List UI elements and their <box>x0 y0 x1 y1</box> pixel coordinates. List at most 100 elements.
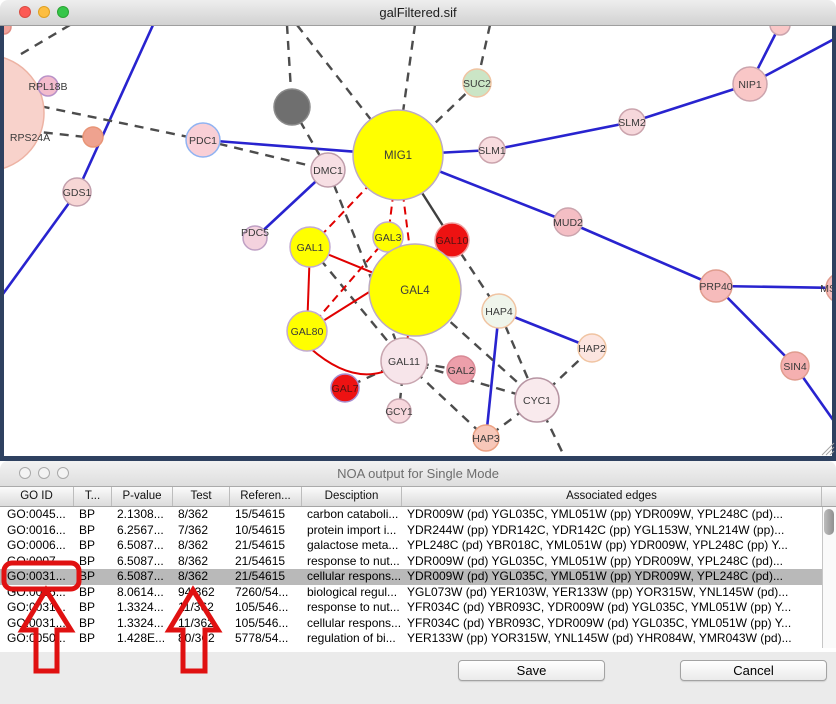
graph-node-mud2[interactable] <box>554 208 582 236</box>
table-row[interactable]: GO:0065...BP8.0614...94/3627260/54...bio… <box>0 585 822 601</box>
table-row[interactable]: GO:0045...BP2.1308...8/36215/54615carbon… <box>0 507 822 523</box>
resize-grip-icon[interactable] <box>822 443 834 455</box>
cell-test: 8/362 <box>173 538 230 554</box>
cell-test: 80/362 <box>173 631 230 647</box>
graph-edge-blue <box>77 25 153 192</box>
graph-window-titlebar[interactable]: galFiltered.sif <box>0 0 836 26</box>
graph-node-sin4[interactable] <box>781 352 809 380</box>
cell-description: response to nut... <box>302 554 402 570</box>
cell-test: 8/362 <box>173 569 230 585</box>
network-canvas[interactable]: RPL18BRPS24AGDS1PDC1DMC1MIG1SUC2SLM1SLM2… <box>0 0 836 461</box>
table-header: GO IDT...P-valueTestReferen...Desciption… <box>0 486 836 507</box>
graph-node-mig1[interactable] <box>353 110 443 200</box>
graph-node-gal1[interactable] <box>290 227 330 267</box>
column-header-type[interactable]: T... <box>74 486 112 506</box>
column-header-reference[interactable]: Referen... <box>230 486 302 506</box>
graph-node-gal7[interactable] <box>331 374 359 402</box>
cell-p_value: 1.428E... <box>112 631 173 647</box>
graph-node-suc2[interactable] <box>463 69 491 97</box>
graph-node-hap4[interactable] <box>482 294 516 328</box>
save-button[interactable]: Save <box>458 660 605 681</box>
cancel-button[interactable]: Cancel <box>680 660 827 681</box>
table-row[interactable]: GO:0050...BP1.428E...80/3625778/54...reg… <box>0 631 822 647</box>
column-header-go_id[interactable]: GO ID <box>0 486 74 506</box>
table-row[interactable]: GO:0031...BP1.3324...11/362105/546...res… <box>0 600 822 616</box>
scrollbar-thumb[interactable] <box>824 509 834 535</box>
table-scrollbar[interactable] <box>822 507 836 648</box>
graph-node-gal2[interactable] <box>447 356 475 384</box>
graph-window-title: galFiltered.sif <box>0 0 836 25</box>
table-row[interactable]: GO:0031...BP6.5087...8/36221/54615cellul… <box>0 569 822 585</box>
cell-p_value: 1.3324... <box>112 616 173 632</box>
cell-test: 7/362 <box>173 523 230 539</box>
cell-go_id: GO:0007... <box>0 554 74 570</box>
graph-node-gal11[interactable] <box>381 338 427 384</box>
graph-edge-blue <box>492 122 632 150</box>
cell-reference: 10/54615 <box>230 523 302 539</box>
graph-node-cyc1[interactable] <box>515 378 559 422</box>
cell-go_id: GO:0016... <box>0 523 74 539</box>
cell-assoc: YDR009W (pd) YGL035C, YML051W (pp) YDR00… <box>402 554 822 570</box>
graph-node-big-left[interactable] <box>0 55 44 171</box>
cell-assoc: YDR009W (pd) YGL035C, YML051W (pp) YDR00… <box>402 507 822 523</box>
graph-node-rps24a[interactable] <box>83 127 103 147</box>
graph-node-gray-node[interactable] <box>274 89 310 125</box>
cell-go_id: GO:0031... <box>0 600 74 616</box>
column-header-p_value[interactable]: P-value <box>112 486 173 506</box>
cell-p_value: 8.0614... <box>112 585 173 601</box>
graph-node-gal4[interactable] <box>369 244 461 336</box>
graph-node-nip1[interactable] <box>733 67 767 101</box>
cell-type: BP <box>74 538 112 554</box>
button-panel: Save Cancel <box>0 652 836 704</box>
cell-assoc: YER133W (pp) YOR315W, YNL145W (pd) YHR08… <box>402 631 822 647</box>
cell-description: biological regul... <box>302 585 402 601</box>
graph-node-pdc1[interactable] <box>186 123 220 157</box>
graph-node-hap2[interactable] <box>578 334 606 362</box>
table-body: GO:0045...BP2.1308...8/36215/54615carbon… <box>0 507 822 652</box>
cell-test: 11/362 <box>173 600 230 616</box>
graph-edge-blue <box>716 286 836 288</box>
column-header-assoc[interactable]: Associated edges <box>402 486 822 506</box>
graph-edge-dash <box>16 25 70 57</box>
graph-node-gcy1[interactable] <box>387 399 411 423</box>
graph-node-hap3[interactable] <box>473 425 499 451</box>
column-header-description[interactable]: Desciption <box>302 486 402 506</box>
screen: RPL18BRPS24AGDS1PDC1DMC1MIG1SUC2SLM1SLM2… <box>0 0 836 704</box>
cell-p_value: 1.3324... <box>112 600 173 616</box>
cell-type: BP <box>74 616 112 632</box>
graph-node-slm2[interactable] <box>619 109 645 135</box>
cell-go_id: GO:0006... <box>0 538 74 554</box>
cell-p_value: 2.1308... <box>112 507 173 523</box>
cell-assoc: YPL248C (pd) YBR018C, YML051W (pp) YDR00… <box>402 538 822 554</box>
cell-type: BP <box>74 554 112 570</box>
graph-node-gal80[interactable] <box>287 311 327 351</box>
noa-window-titlebar[interactable]: NOA output for Single Mode <box>0 461 836 487</box>
graph-edge-blue <box>0 192 77 298</box>
table-row[interactable]: GO:0006...BP6.5087...8/36221/54615galact… <box>0 538 822 554</box>
graph-node-dmc1[interactable] <box>311 153 345 187</box>
cell-reference: 105/546... <box>230 616 302 632</box>
window-frame <box>0 25 4 461</box>
graph-node-gds1[interactable] <box>63 178 91 206</box>
graph-edge-blue <box>486 311 499 438</box>
graph-edge-red <box>310 348 388 374</box>
cell-go_id: GO:0065... <box>0 585 74 601</box>
table-row[interactable]: GO:0007...BP6.5087...8/36221/54615respon… <box>0 554 822 570</box>
cell-description: regulation of bi... <box>302 631 402 647</box>
graph-node-pdc5[interactable] <box>243 226 267 250</box>
table-row[interactable]: GO:0031...BP1.3324...11/362105/546...cel… <box>0 616 822 632</box>
cell-test: 94/362 <box>173 585 230 601</box>
graph-node-rpl18b[interactable] <box>38 76 58 96</box>
cell-p_value: 6.5087... <box>112 538 173 554</box>
cell-p_value: 6.2567... <box>112 523 173 539</box>
cell-reference: 21/54615 <box>230 569 302 585</box>
graph-node-slm1[interactable] <box>479 137 505 163</box>
cell-reference: 21/54615 <box>230 538 302 554</box>
cell-reference: 5778/54... <box>230 631 302 647</box>
cell-reference: 15/54615 <box>230 507 302 523</box>
cell-p_value: 6.5087... <box>112 554 173 570</box>
graph-node-prp40[interactable] <box>700 270 732 302</box>
table-row[interactable]: GO:0016...BP6.2567...7/36210/54615protei… <box>0 523 822 539</box>
cell-go_id: GO:0031... <box>0 569 74 585</box>
column-header-test[interactable]: Test <box>173 486 230 506</box>
